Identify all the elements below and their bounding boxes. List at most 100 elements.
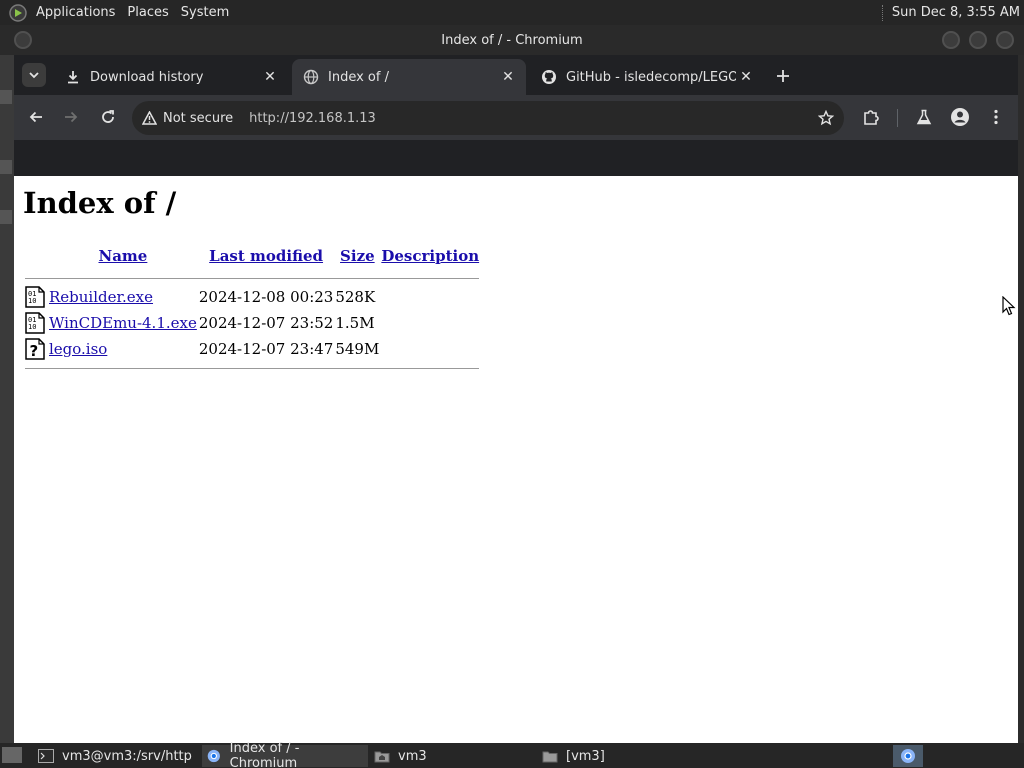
file-description [381,311,479,335]
bookmark-button[interactable] [816,108,836,128]
github-icon [541,69,557,85]
extensions-button[interactable] [859,105,883,129]
site-info-button[interactable]: Not secure [142,111,233,126]
binary-file-icon: 0110 [25,312,45,334]
mouse-pointer-icon [1002,296,1016,316]
tab-title: GitHub - isledecomp/LEGOIs [566,69,736,85]
browser-chrome: Download history ✕ Index of / ✕ GitHub -… [14,55,1018,176]
taskbar-item-chromium[interactable]: Index of / - Chromium [202,741,368,768]
file-modified: 2024-12-07 23:47 [198,340,334,358]
sort-by-size-link[interactable]: Size [340,247,375,265]
file-size: 549M [335,340,380,358]
tab-title: Download history [90,69,204,85]
chevron-down-icon [29,72,39,79]
minimize-button[interactable] [942,31,960,49]
forward-button[interactable] [59,105,83,129]
menu-system[interactable]: System [175,5,235,20]
reload-button[interactable] [96,105,120,129]
file-link-wincdemu[interactable]: WinCDEmu-4.1.exe [49,314,197,332]
taskbar-item-label: vm3 [398,748,427,764]
new-tab-button[interactable] [772,65,794,87]
distro-logo-icon[interactable] [8,3,28,23]
file-modified: 2024-12-07 23:52 [198,314,334,332]
folder-icon [542,751,558,763]
puzzle-icon [864,110,879,125]
panel-clock[interactable]: Sun Dec 8, 3:55 AM [892,5,1024,20]
download-icon [65,69,81,85]
close-tab-icon[interactable]: ✕ [260,67,280,87]
tab-github[interactable]: GitHub - isledecomp/LEGOIs ✕ [530,59,764,95]
chromium-icon [207,749,220,763]
svg-text:10: 10 [28,323,36,331]
chromium-window: Index of / - Chromium Download history ✕ [0,25,1024,768]
menu-applications[interactable]: Applications [30,5,121,20]
tab-search-button[interactable] [22,63,46,87]
address-bar[interactable]: Not secure http://192.168.1.13 [132,101,844,135]
separator-line [25,277,480,279]
show-desktop-button[interactable] [2,747,22,763]
sort-by-name-link[interactable]: Name [99,247,148,265]
taskbar-item-folder[interactable]: [vm3] [538,745,698,767]
directory-listing-table: Name Last modified Size Description 01 10… [23,239,481,375]
flask-icon [916,109,932,125]
profile-button[interactable] [948,105,972,129]
toolbar-divider [897,109,898,127]
svg-text:?: ? [30,342,39,360]
taskbar-item-label: vm3@vm3:/srv/http [62,748,192,764]
tab-title: Index of / [328,69,389,85]
maximize-button[interactable] [969,31,987,49]
arrow-right-icon [65,111,78,123]
table-row: 01 10 WinCDEmu-4.1.exe 2024-12-07 23:52 1… [25,311,479,335]
file-link-rebuilder[interactable]: Rebuilder.exe [49,288,153,306]
browser-toolbar: Not secure http://192.168.1.13 [14,95,1018,140]
page-title: Index of / [23,186,177,220]
taskbar-item-home-folder[interactable]: vm3 [370,745,530,767]
page-viewport: Index of / Name Last modified Size Descr… [14,176,1018,743]
not-secure-label: Not secure [163,110,234,126]
table-row: 01 10 Rebuilder.exe 2024-12-08 00:23 528K [25,285,479,309]
top-panel: Applications Places System Sun Dec 8, 3:… [0,0,1024,25]
reload-icon [102,110,114,123]
url-text[interactable]: http://192.168.1.13 [249,111,376,126]
back-button[interactable] [24,105,48,129]
plus-icon [777,70,789,82]
table-row: ? lego.iso 2024-12-07 23:47 549M [25,337,479,361]
file-description [381,285,479,309]
unknown-file-icon: ? [25,338,45,360]
terminal-icon [38,749,54,763]
taskbar-item-label: [vm3] [566,748,605,764]
taskbar-item-terminal[interactable]: vm3@vm3:/srv/http [34,745,198,767]
panel-separator [881,4,884,21]
background-window-mark [0,210,12,224]
close-window-button[interactable] [996,31,1014,49]
file-link-lego-iso[interactable]: lego.iso [49,340,107,358]
account-icon [951,108,969,126]
svg-text:10: 10 [28,297,36,305]
labs-button[interactable] [912,105,936,129]
workspace-switcher[interactable] [893,745,923,767]
binary-file-icon: 0110 [25,286,45,308]
table-separator [25,363,480,373]
browser-menu-button[interactable] [984,105,1008,129]
warning-triangle-icon [142,111,157,125]
tab-download-history[interactable]: Download history ✕ [54,59,288,95]
folder-home-icon [374,751,390,763]
close-tab-icon[interactable]: ✕ [498,67,518,87]
table-separator [25,273,480,283]
taskbar-item-label: Index of / - Chromium [229,741,300,768]
menu-places[interactable]: Places [121,5,174,20]
separator-line [25,367,480,369]
background-window-mark [0,160,12,174]
sort-by-modified-link[interactable]: Last modified [209,247,323,265]
window-title: Index of / - Chromium [441,32,583,48]
star-icon [818,110,834,126]
sort-by-description-link[interactable]: Description [381,247,479,265]
close-tab-icon[interactable]: ✕ [736,67,756,87]
window-titlebar[interactable]: Index of / - Chromium [0,25,1024,55]
window-menu-button[interactable] [14,31,32,49]
bottom-taskbar: vm3@vm3:/srv/http Index of / - Chromium … [0,741,1024,768]
tab-strip: Download history ✕ Index of / ✕ GitHub -… [14,55,1018,95]
globe-icon [303,69,319,85]
tab-index-of[interactable]: Index of / ✕ [292,59,526,95]
icon-column-header [25,241,47,271]
